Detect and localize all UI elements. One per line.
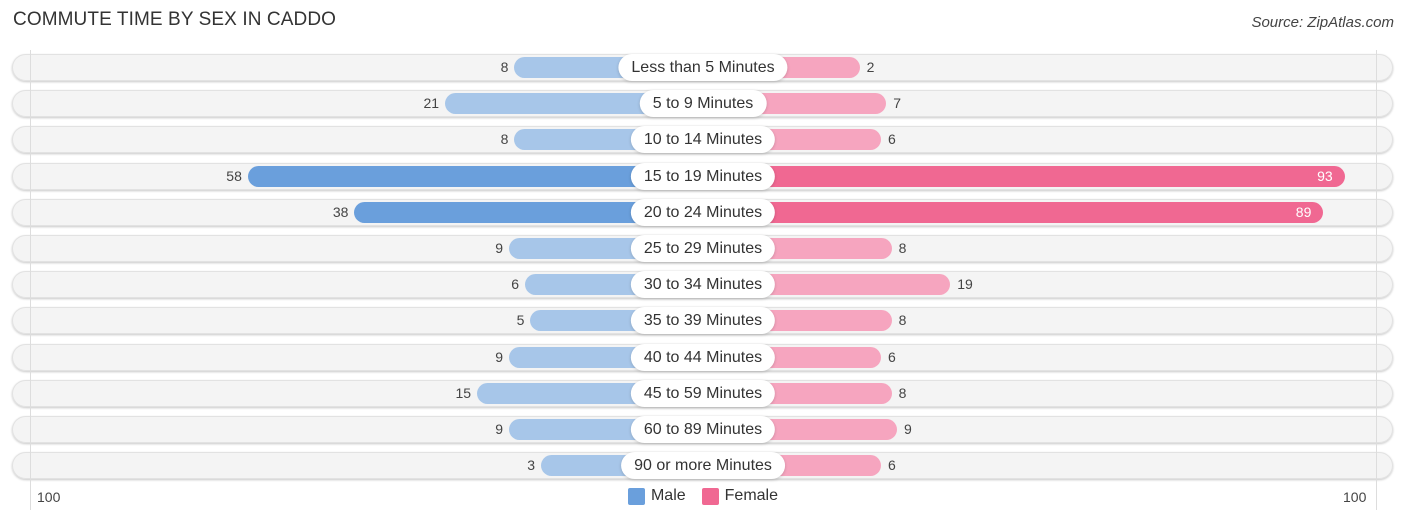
legend-label-female: Female (724, 487, 779, 504)
category-label: 60 to 89 Minutes (630, 416, 776, 443)
legend: Male Female (0, 487, 1406, 505)
value-label-female: 8 (898, 240, 907, 256)
legend-label-male: Male (650, 487, 686, 504)
value-label-male: 21 (423, 95, 440, 112)
value-label-male: 5 (516, 312, 525, 329)
value-label-male: 9 (495, 348, 504, 365)
bar-female[interactable] (703, 201, 1324, 223)
value-label-male: 15 (455, 384, 472, 401)
legend-item-male[interactable]: Male (627, 487, 686, 505)
value-label-female: 6 (887, 457, 896, 474)
category-label: 30 to 34 Minutes (630, 271, 776, 299)
value-label-male: 8 (500, 59, 509, 75)
legend-swatch-male (627, 487, 645, 505)
category-label: 40 to 44 Minutes (630, 343, 776, 371)
value-label-male: 38 (332, 203, 349, 220)
value-label-female: 9 (903, 421, 912, 437)
category-label: 35 to 39 Minutes (630, 307, 776, 335)
value-label-male: 9 (495, 240, 504, 256)
value-label-female: 8 (898, 312, 907, 329)
category-label: 10 to 14 Minutes (630, 126, 776, 154)
legend-item-female[interactable]: Female (701, 487, 779, 505)
value-label-female: 6 (887, 348, 896, 365)
value-label-female: 19 (957, 276, 973, 293)
value-label-female: 6 (887, 131, 896, 148)
category-label: 90 or more Minutes (621, 452, 785, 480)
category-label: Less than 5 Minutes (618, 54, 788, 81)
bar-female[interactable] (703, 165, 1345, 187)
legend-swatch-female (701, 487, 719, 505)
axis-line-left (30, 50, 31, 510)
value-label-male: 8 (500, 131, 509, 148)
category-label: 45 to 59 Minutes (630, 379, 776, 407)
category-label: 15 to 19 Minutes (630, 162, 776, 190)
category-label: 20 to 24 Minutes (630, 198, 776, 226)
value-label-female: 93 (1317, 167, 1333, 184)
value-label-female: 89 (1295, 203, 1312, 220)
value-label-female: 7 (893, 95, 902, 112)
value-label-male: 58 (226, 167, 242, 184)
value-label-male: 6 (511, 276, 520, 293)
value-label-male: 3 (527, 457, 536, 474)
value-label-female: 8 (898, 384, 907, 401)
chart-area: 8 2 Less than 5 Minutes 21 7 5 to 9 Minutes 8 6… (0, 0, 1406, 522)
axis-line-right (1376, 50, 1377, 510)
category-label: 25 to 29 Minutes (630, 235, 776, 262)
category-label: 5 to 9 Minutes (639, 90, 767, 118)
value-label-female: 2 (866, 59, 875, 75)
value-label-male: 9 (495, 421, 504, 437)
